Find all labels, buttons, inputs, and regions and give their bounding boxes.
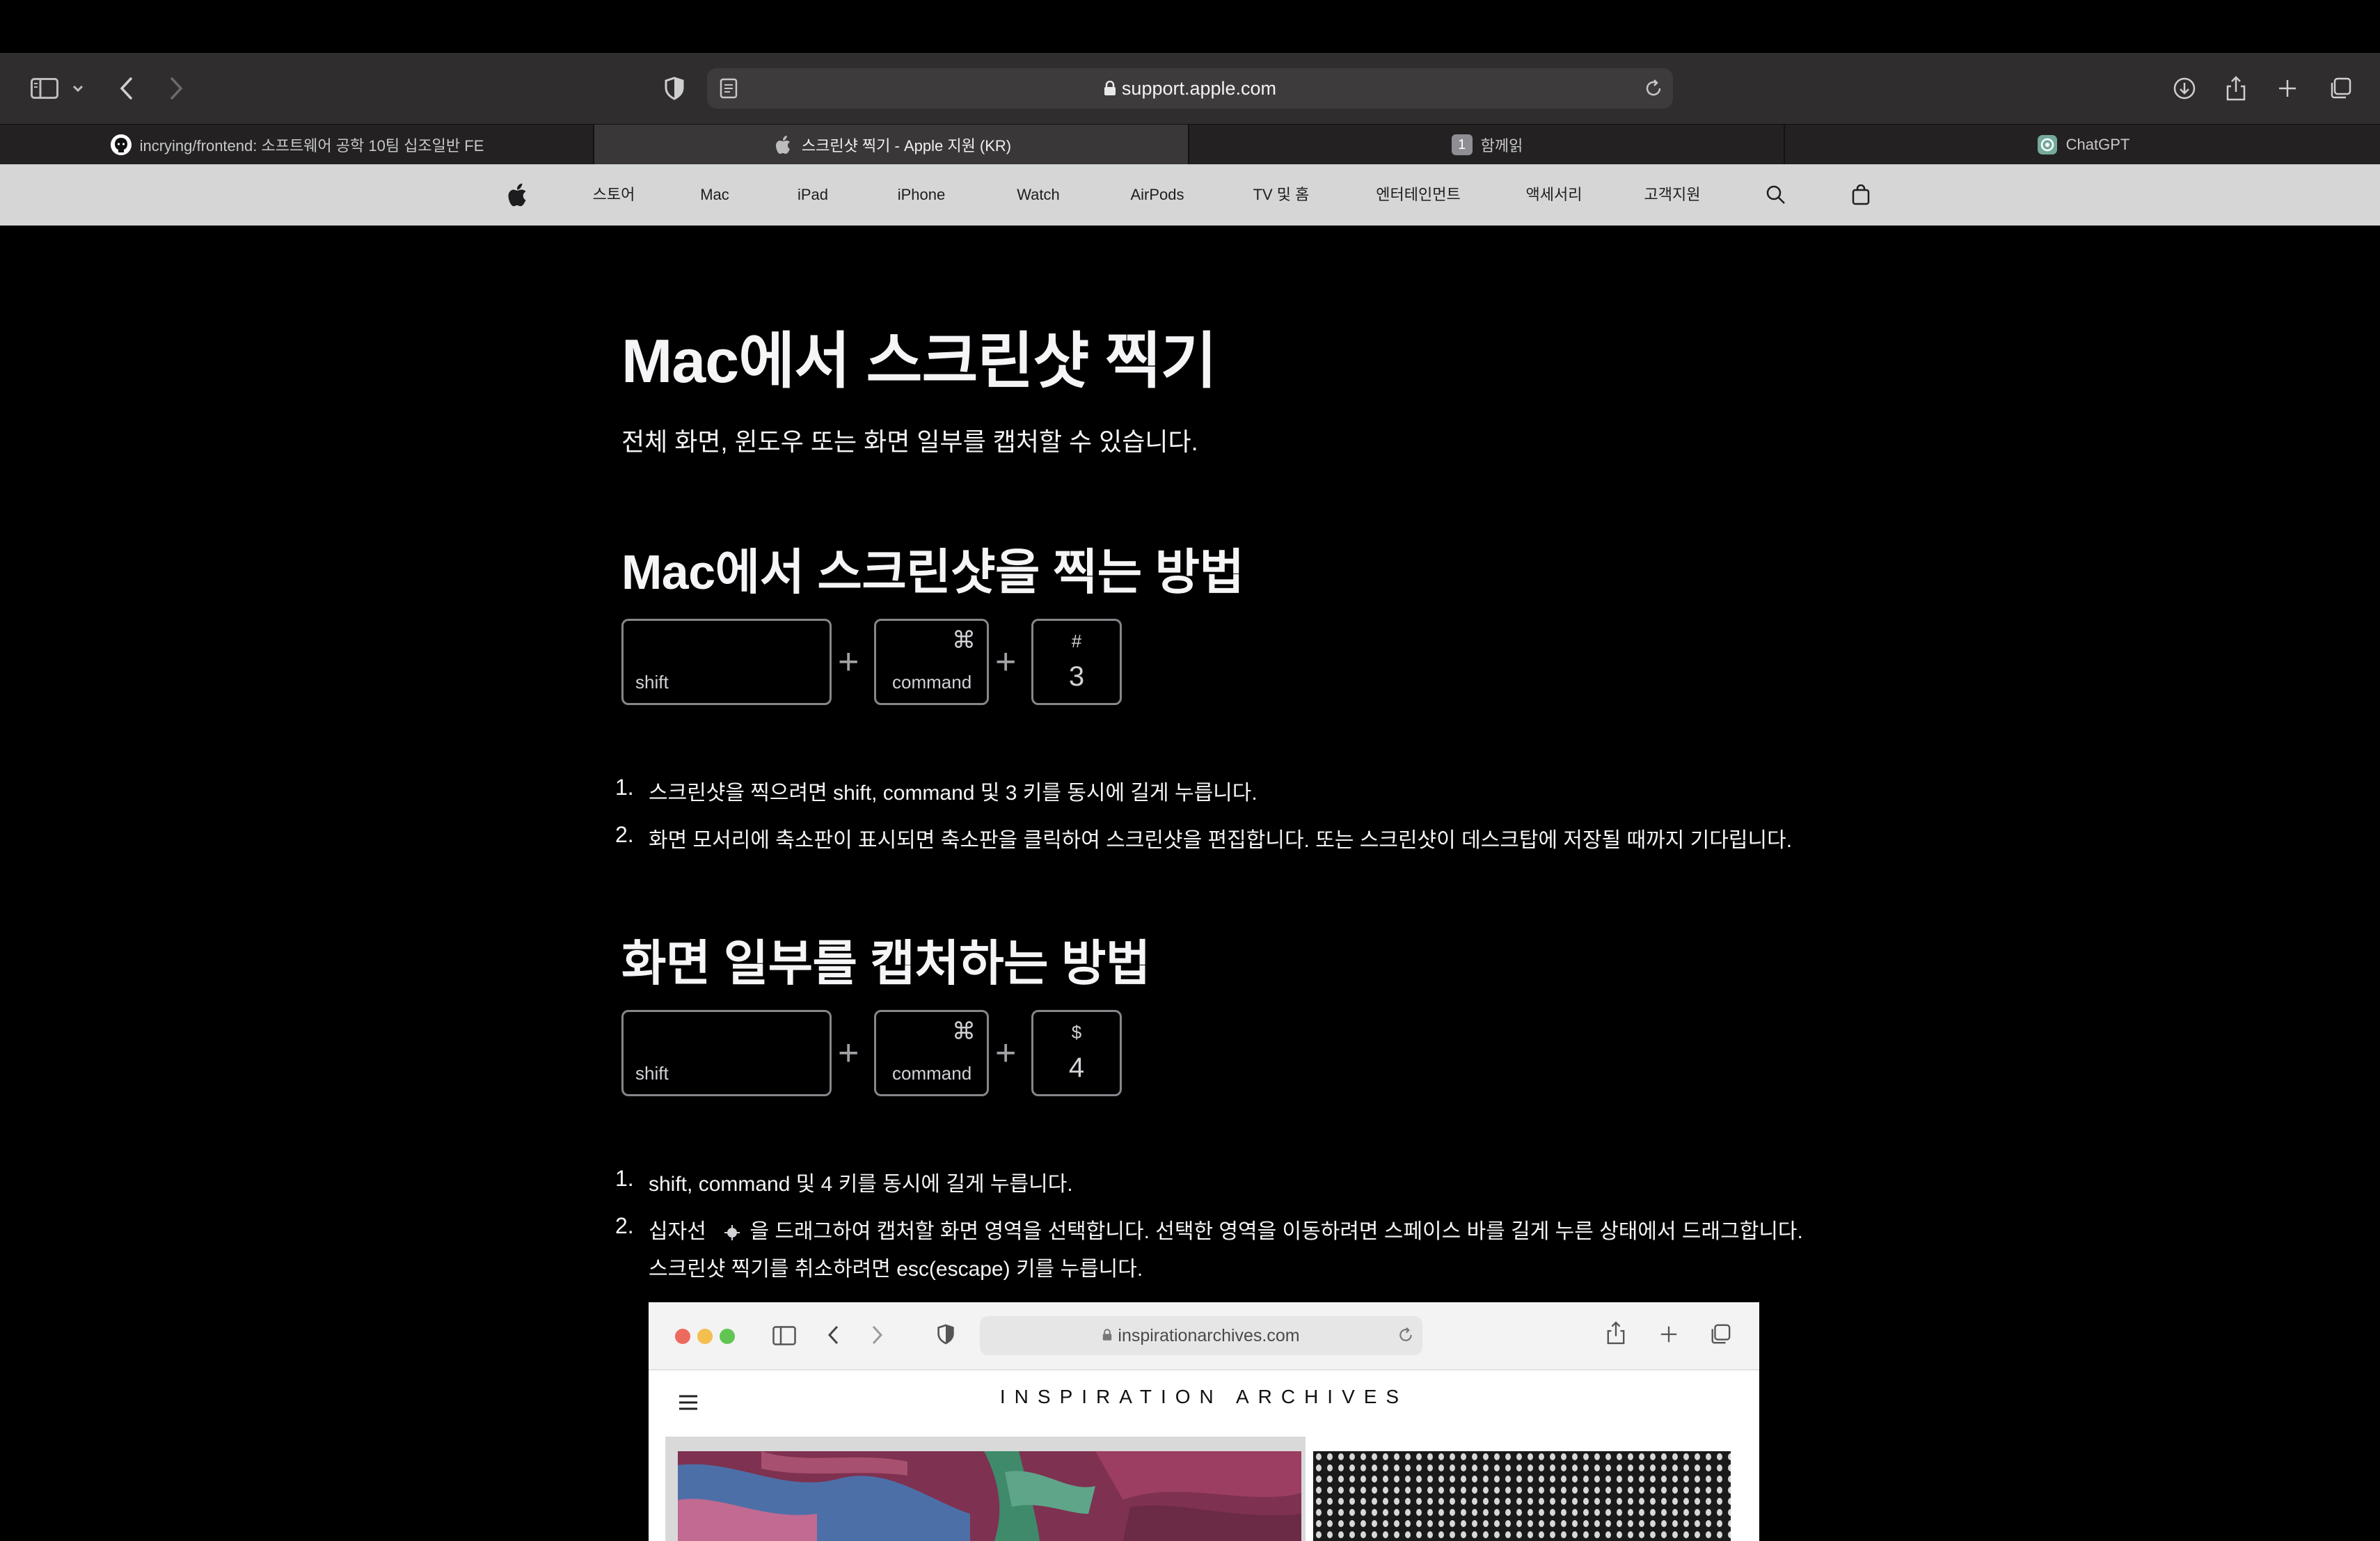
key-symbol: # (1071, 631, 1082, 651)
shift-key: shift (621, 1010, 832, 1096)
page-intro: 전체 화면, 윈도우 또는 화면 일부를 캡처할 수 있습니다. (621, 427, 1198, 456)
close-dot-icon (675, 1329, 690, 1344)
tab-apple-support[interactable]: 스크린샷 찍기 - Apple 지원 (KR) (594, 125, 1189, 165)
shift-key-label: shift (635, 1063, 669, 1084)
minimize-dot-icon (697, 1329, 713, 1344)
tab-overview-icon (1709, 1323, 1731, 1345)
example-site-brand: INSPIRATION ARCHIVES (999, 1386, 1409, 1407)
url-value: support.apple.com (1121, 78, 1277, 99)
tab-overview-icon[interactable] (2322, 70, 2359, 107)
apple-logo-icon[interactable] (502, 180, 532, 210)
tab-github[interactable]: incrying/frontend: 소프트웨어 공학 10팀 십조일반 FE (0, 125, 594, 165)
crosshair-instruction: 을 드래그하여 캡처할 화면 영역을 선택합니다. 선택한 영역을 이동하려면 … (749, 1220, 1803, 1243)
shift-key: shift (621, 619, 832, 705)
section-heading-partial: 화면 일부를 캡처하는 방법 (621, 936, 1150, 990)
tab-reading[interactable]: 1 함께읽 (1189, 125, 1785, 165)
maximize-dot-icon (720, 1329, 735, 1344)
nav-airpods[interactable]: AirPods (1130, 164, 1184, 226)
shopping-bag-icon[interactable] (1846, 180, 1876, 210)
share-icon[interactable] (2217, 70, 2255, 107)
command-symbol-icon: ⌘ (952, 627, 976, 654)
command-key: ⌘ command (874, 619, 989, 705)
nav-tv-home[interactable]: TV 및 홈 (1253, 164, 1310, 226)
key-number: 3 (1068, 661, 1085, 692)
example-screenshot: inspirationarchives.com INSPIRATION ARCH… (649, 1302, 1759, 1541)
shift-key-label: shift (635, 672, 669, 693)
command-symbol-icon: ⌘ (952, 1018, 976, 1045)
url-text: support.apple.com (707, 68, 1673, 109)
plus-icon: + (995, 1033, 1017, 1073)
step-number: 2. (615, 822, 634, 847)
nav-mac[interactable]: Mac (700, 164, 729, 226)
step-text-crosshair: 십자선 을 드래그하여 캡처할 화면 영역을 선택합니다. 선택한 영역을 이동… (649, 1214, 1803, 1244)
artwork-image-abstract (678, 1451, 1301, 1541)
tab-label: ChatGPT (2065, 136, 2130, 153)
apple-global-nav: 스토어 Mac iPad iPhone Watch AirPods TV 및 홈… (0, 164, 2380, 226)
page-title: Mac에서 스크린샷 찍기 (621, 326, 1217, 395)
forward-icon (870, 1325, 884, 1345)
share-icon (1606, 1320, 1626, 1345)
search-icon[interactable] (1761, 180, 1791, 210)
step-text: shift, command 및 4 키를 동시에 길게 누릅니다. (649, 1173, 1073, 1196)
plus-icon: + (995, 642, 1017, 682)
chatgpt-icon (2036, 133, 2059, 157)
step-number: 1. (615, 775, 634, 800)
section-heading-full-screen: Mac에서 스크린샷을 찍는 방법 (621, 545, 1244, 599)
tab-chatgpt[interactable]: ChatGPT (1785, 125, 2380, 165)
tab-bar: incrying/frontend: 소프트웨어 공학 10팀 십조일반 FE … (0, 124, 2380, 165)
lock-icon (1104, 80, 1116, 96)
privacy-shield-icon (937, 1323, 955, 1345)
step-text: 스크린샷 찍기를 취소하려면 esc(escape) 키를 누릅니다. (649, 1258, 1143, 1281)
address-bar[interactable]: support.apple.com (707, 68, 1673, 109)
nav-accessories[interactable]: 액세서리 (1526, 164, 1582, 226)
nav-iphone[interactable]: iPhone (898, 164, 946, 226)
example-browser-toolbar: inspirationarchives.com (649, 1302, 1759, 1370)
nav-ipad[interactable]: iPad (798, 164, 828, 226)
browser-toolbar: support.apple.com (0, 53, 2380, 124)
crosshair-icon (724, 1225, 740, 1241)
back-icon (827, 1325, 841, 1345)
sidebar-toggle-icon (772, 1326, 796, 1345)
key-symbol: $ (1071, 1022, 1082, 1043)
back-icon[interactable] (108, 70, 145, 107)
tab-label: 함께읽 (1480, 137, 1523, 155)
crosshair-label: 십자선 (649, 1220, 706, 1243)
example-address-bar: inspirationarchives.com (980, 1316, 1422, 1355)
nav-support[interactable]: 고객지원 (1644, 164, 1701, 226)
lock-icon (1102, 1329, 1112, 1341)
apple-logo-icon (771, 133, 795, 157)
three-key: # 3 (1031, 619, 1122, 705)
step-text: 화면 모서리에 축소판이 표시되면 축소판을 클릭하여 스크린샷을 편집합니다.… (649, 829, 1793, 852)
new-tab-icon (1659, 1325, 1679, 1344)
step-text: 스크린샷을 찍으려면 shift, command 및 3 키를 동시에 길게 … (649, 782, 1258, 805)
step-number: 1. (615, 1166, 634, 1191)
forward-icon[interactable] (157, 70, 195, 107)
tab-label: 스크린샷 찍기 - Apple 지원 (KR) (801, 137, 1012, 155)
nav-store[interactable]: 스토어 (593, 164, 635, 226)
downloads-icon[interactable] (2166, 70, 2203, 107)
key-number: 4 (1068, 1052, 1085, 1083)
plus-icon: + (838, 642, 859, 682)
numbered-tab-icon: 1 (1450, 133, 1474, 157)
command-key-label: command (892, 672, 972, 693)
command-key: ⌘ command (874, 1010, 989, 1096)
artwork-image-dots (1313, 1451, 1731, 1541)
reload-icon (1397, 1327, 1414, 1343)
github-icon (109, 133, 133, 157)
tab-badge: 1 (1451, 134, 1473, 155)
tab-label: incrying/frontend: 소프트웨어 공학 10팀 십조일반 FE (139, 137, 484, 155)
nav-entertainment[interactable]: 엔터테인먼트 (1376, 164, 1460, 226)
command-key-label: command (892, 1063, 972, 1084)
chevron-down-icon[interactable] (65, 70, 90, 107)
example-url: inspirationarchives.com (1118, 1326, 1300, 1345)
plus-icon: + (838, 1033, 859, 1073)
new-tab-icon[interactable] (2269, 70, 2306, 107)
four-key: $ 4 (1031, 1010, 1122, 1096)
reload-icon[interactable] (1644, 79, 1663, 98)
step-number: 2. (615, 1213, 634, 1238)
sidebar-toggle-icon[interactable] (24, 70, 65, 107)
privacy-shield-icon[interactable] (656, 70, 693, 107)
nav-watch[interactable]: Watch (1017, 164, 1060, 226)
